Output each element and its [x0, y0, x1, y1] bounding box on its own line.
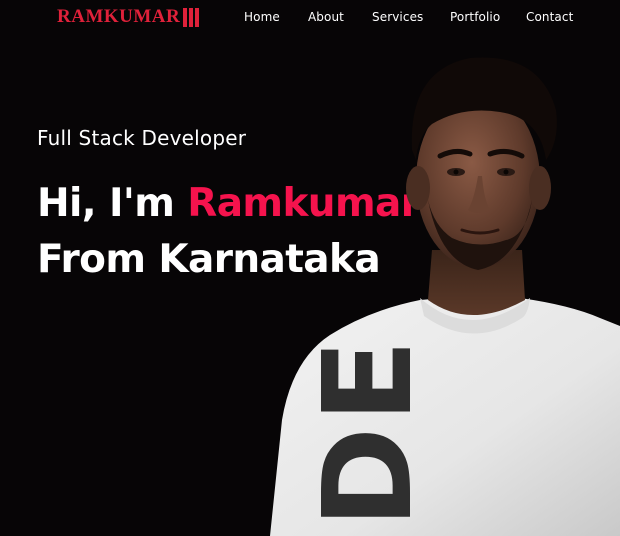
profile-photo: DE: [270, 57, 620, 536]
navbar: RAMKUMAR Home About Services Portfolio C…: [0, 0, 620, 36]
nav-portfolio-link[interactable]: Portfolio: [450, 10, 500, 24]
svg-text:DE: DE: [297, 335, 439, 528]
nav-contact-link[interactable]: Contact: [526, 10, 573, 24]
hero-greeting: Hi, I'm: [37, 181, 188, 226]
nav-home-link[interactable]: Home: [244, 10, 280, 24]
nav-about-link[interactable]: About: [308, 10, 344, 24]
shirt-print: DE: [297, 335, 439, 528]
hero-subtitle: Full Stack Developer: [37, 126, 247, 150]
nav-services-link[interactable]: Services: [372, 10, 423, 24]
nav-links: Home About Services Portfolio Contact: [0, 10, 620, 26]
